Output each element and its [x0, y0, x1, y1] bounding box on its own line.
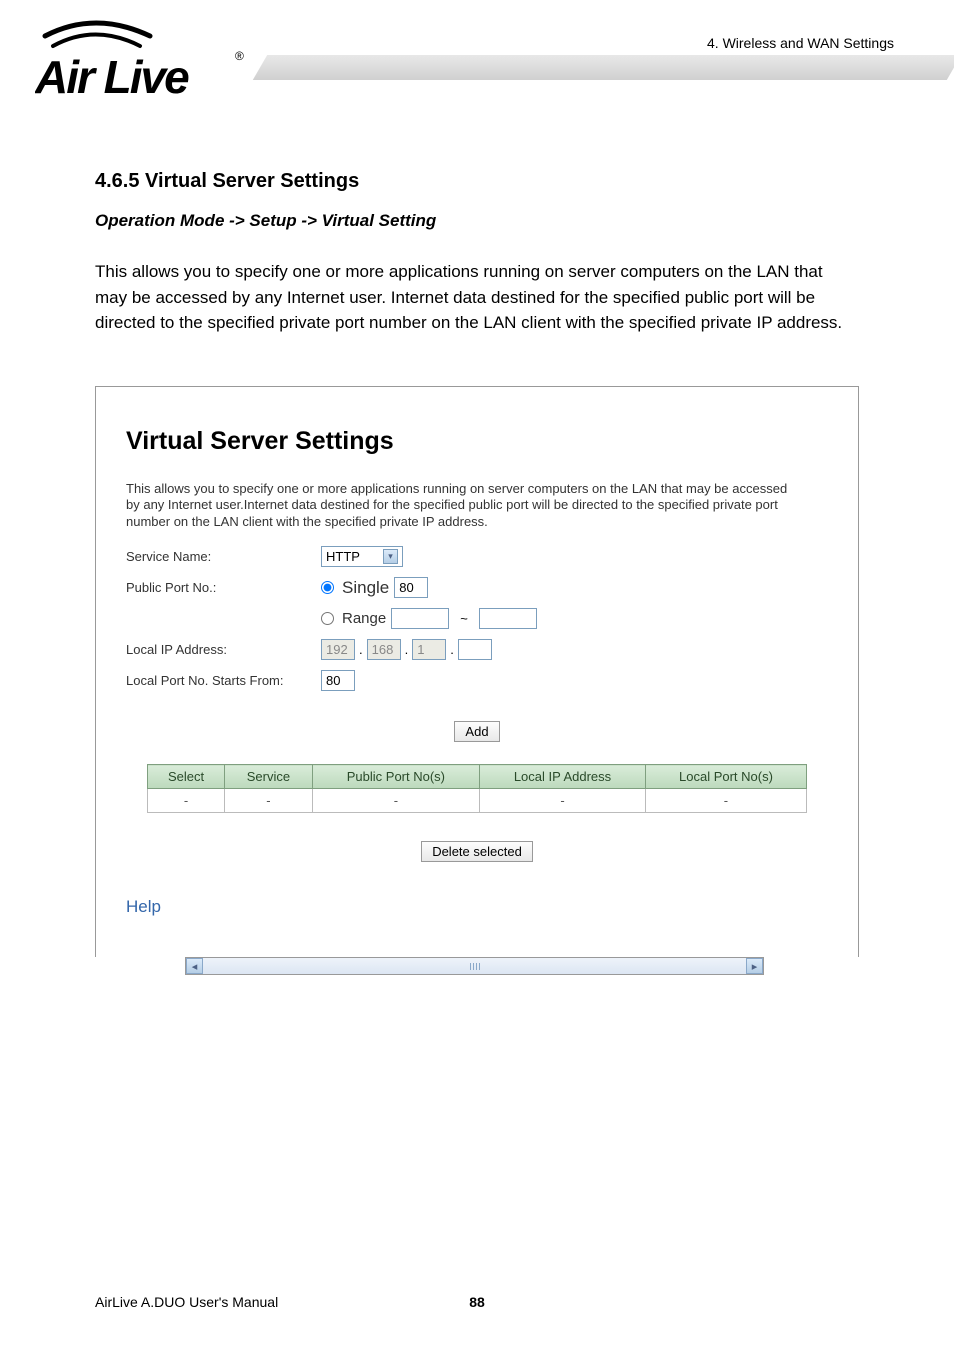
panel-description: This allows you to specify one or more a…: [126, 481, 828, 532]
scrollbar-grip: [464, 961, 486, 971]
ip-octet-3[interactable]: [412, 639, 446, 660]
panel-title: Virtual Server Settings: [126, 427, 828, 456]
scroll-left-icon[interactable]: ◂: [186, 958, 203, 974]
td-empty: -: [645, 789, 806, 813]
ip-octet-2[interactable]: [367, 639, 401, 660]
public-port-label: Public Port No.:: [126, 580, 321, 595]
delete-selected-button[interactable]: Delete selected: [421, 841, 533, 862]
table-row: - - - - -: [148, 789, 807, 813]
add-button[interactable]: Add: [454, 721, 499, 742]
intro-text: This allows you to specify one or more a…: [95, 259, 859, 336]
ip-octet-4[interactable]: [458, 639, 492, 660]
single-radio-label: Single: [342, 579, 389, 596]
footer-manual: AirLive A.DUO User's Manual: [95, 1294, 278, 1310]
virtual-server-table: Select Service Public Port No(s) Local I…: [147, 764, 807, 813]
header-stripe: [253, 55, 954, 80]
single-port-input[interactable]: [394, 577, 428, 598]
svg-text:Air Live: Air Live: [35, 51, 189, 103]
th-local-ip: Local IP Address: [480, 765, 646, 789]
service-name-label: Service Name:: [126, 549, 321, 564]
range-to-input[interactable]: [479, 608, 537, 629]
service-select-value: HTTP: [326, 549, 360, 564]
local-ip-label: Local IP Address:: [126, 642, 321, 657]
logo: Air Live ®: [35, 18, 245, 113]
range-from-input[interactable]: [391, 608, 449, 629]
ip-octet-1[interactable]: [321, 639, 355, 660]
local-port-input[interactable]: [321, 670, 355, 691]
ip-input-group: . . .: [321, 639, 492, 660]
ip-dot: .: [450, 642, 454, 657]
operation-path: Operation Mode -> Setup -> Virtual Setti…: [95, 211, 859, 231]
th-select: Select: [148, 765, 225, 789]
th-public-port: Public Port No(s): [312, 765, 479, 789]
page-header: 4. Wireless and WAN Settings Air Live ®: [0, 0, 954, 130]
td-empty: -: [480, 789, 646, 813]
page-number: 88: [469, 1294, 485, 1310]
section-title: 4.6.5 Virtual Server Settings: [95, 170, 859, 193]
td-empty: -: [312, 789, 479, 813]
ip-dot: .: [405, 642, 409, 657]
horizontal-scrollbar[interactable]: ◂ ▸: [185, 957, 764, 975]
th-service: Service: [225, 765, 313, 789]
help-link[interactable]: Help: [126, 897, 161, 917]
td-empty: -: [225, 789, 313, 813]
range-tilde: ~: [460, 611, 468, 626]
single-radio[interactable]: [321, 581, 334, 594]
ip-dot: .: [359, 642, 363, 657]
chevron-down-icon: ▾: [383, 549, 398, 564]
range-radio[interactable]: [321, 612, 334, 625]
settings-panel: Virtual Server Settings This allows you …: [95, 386, 859, 958]
td-empty: -: [148, 789, 225, 813]
page-footer: AirLive A.DUO User's Manual 88: [95, 1294, 859, 1310]
range-radio-label: Range: [342, 610, 386, 627]
service-name-select[interactable]: HTTP ▾: [321, 546, 403, 567]
scroll-right-icon[interactable]: ▸: [746, 958, 763, 974]
local-port-start-label: Local Port No. Starts From:: [126, 673, 321, 688]
th-local-port: Local Port No(s): [645, 765, 806, 789]
breadcrumb: 4. Wireless and WAN Settings: [707, 35, 894, 51]
svg-text:®: ®: [235, 49, 244, 63]
